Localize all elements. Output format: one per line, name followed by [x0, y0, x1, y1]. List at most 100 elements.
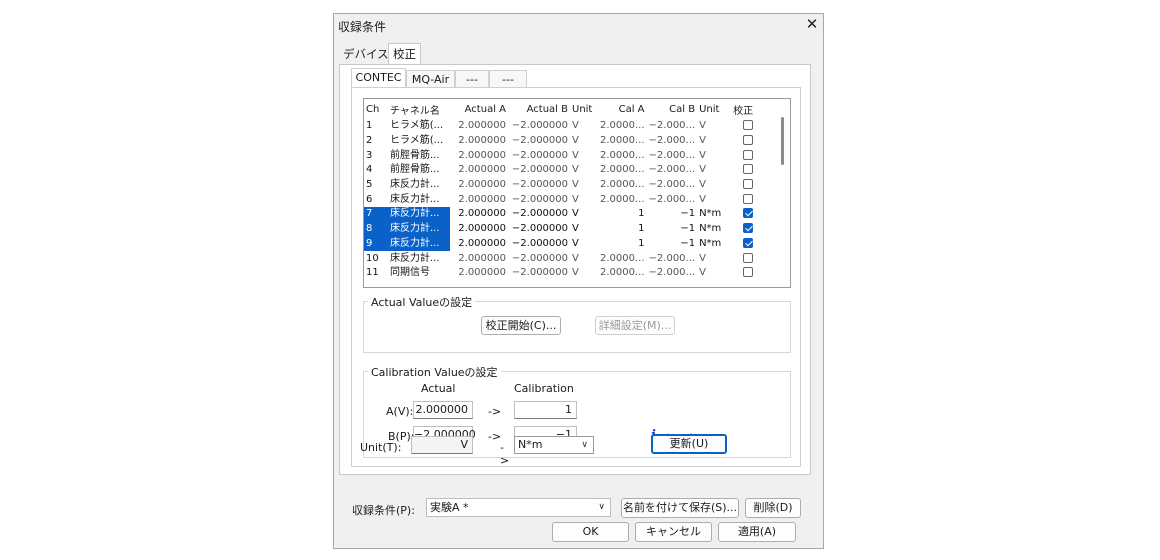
calibrate-checkbox[interactable] — [743, 193, 754, 204]
cell-calibrate — [731, 163, 765, 178]
table-row[interactable]: 10 床反力計... 2.000000 −2.000000 V 2.0000... −2.0… — [364, 251, 765, 266]
a-actual-field[interactable]: 2.000000 — [413, 401, 473, 419]
cell-cal-unit: V — [699, 135, 706, 147]
subtab-empty-1[interactable]: --- — [455, 70, 489, 88]
col-header-unit[interactable]: Unit — [570, 99, 598, 119]
cell-actual-b: −2.000000 — [511, 208, 568, 220]
cell-cal-a: 2.0000... — [600, 252, 645, 264]
cell-channel-name: 床反力計... — [388, 236, 450, 252]
cell-ch: 8 — [364, 221, 388, 237]
cell-cal-a: 1 — [638, 208, 645, 220]
table-row[interactable]: 9 床反力計... 2.000000 −2.000000 V 1 −1 N*m — [364, 236, 765, 252]
calibrate-checkbox[interactable] — [743, 135, 754, 146]
cell-cal-b: −2.000... — [648, 267, 696, 279]
cell-calibrate — [731, 207, 765, 222]
cell-unit: V — [572, 149, 579, 161]
calibrate-checkbox[interactable] — [743, 120, 754, 131]
cell-cal-unit: V — [699, 252, 706, 264]
cell-channel-name: 同期信号 — [390, 267, 430, 279]
col-header-calibrate[interactable]: 校正 — [731, 99, 765, 119]
table-header-row: Ch チャネル名 Actual A Actual B Unit Cal A Ca… — [364, 99, 765, 119]
cell-calibrate — [731, 222, 765, 237]
channel-table: Ch チャネル名 Actual A Actual B Unit Cal A Ca… — [364, 99, 765, 281]
calibrate-checkbox[interactable] — [743, 252, 754, 263]
a-calibration-field[interactable]: 1 — [514, 401, 577, 419]
col-header-actual-a[interactable]: Actual A — [450, 99, 508, 119]
calibrate-checkbox[interactable] — [743, 267, 754, 278]
cell-unit: V — [572, 267, 579, 279]
col-header-cal-b[interactable]: Cal B — [647, 99, 698, 119]
unit-calibration-select[interactable]: N*m ∨ — [514, 436, 594, 454]
table-row[interactable]: 6 床反力計... 2.000000 −2.000000 V 2.0000... −2.00… — [364, 192, 765, 207]
table-row[interactable]: 4 前脛骨筋... 2.000000 −2.000000 V 2.0000... −2.00… — [364, 163, 765, 178]
col-header-actual-b[interactable]: Actual B — [508, 99, 570, 119]
cell-channel-name: 前脛骨筋... — [390, 164, 440, 176]
cell-unit: V — [572, 179, 579, 191]
calibrate-checkbox[interactable] — [743, 223, 754, 234]
subtab-mq-air[interactable]: MQ-Air — [406, 70, 455, 88]
col-header-ch[interactable]: Ch — [364, 99, 388, 119]
table-row[interactable]: 7 床反力計... 2.000000 −2.000000 V 1 −1 N*m — [364, 207, 765, 222]
detail-settings-button[interactable]: 詳細設定(M)... — [595, 316, 675, 335]
cell-calibrate — [731, 266, 765, 281]
calibrate-checkbox[interactable] — [743, 237, 754, 248]
table-row[interactable]: 11 同期信号 2.000000 −2.000000 V 2.0000... −2.000.… — [364, 266, 765, 281]
table-row[interactable]: 3 前脛骨筋... 2.000000 −2.000000 V 2.0000... −2.00… — [364, 148, 765, 163]
cell-cal-unit: V — [699, 164, 706, 176]
cell-cal-a: 2.0000... — [600, 149, 645, 161]
ok-button[interactable]: OK — [552, 522, 629, 542]
calibrate-checkbox[interactable] — [743, 164, 754, 175]
start-calibration-button[interactable]: 校正開始(C)... — [481, 316, 561, 335]
cell-ch: 3 — [366, 149, 373, 161]
close-icon[interactable]: ✕ — [803, 15, 821, 33]
cell-calibrate — [731, 192, 765, 207]
cell-cal-unit: V — [699, 149, 706, 161]
subtab-empty-2[interactable]: --- — [489, 70, 527, 88]
cell-cal-b: −2.000... — [648, 179, 696, 191]
calibrate-checkbox[interactable] — [743, 179, 754, 190]
table-row[interactable]: 5 床反力計... 2.000000 −2.000000 V 2.0000... −2.00… — [364, 178, 765, 193]
calibrate-checkbox[interactable] — [743, 208, 754, 219]
cell-cal-unit: V — [699, 267, 706, 279]
cell-actual-a: 2.000000 — [458, 193, 506, 205]
tab-device[interactable]: デバイス — [339, 44, 393, 64]
col-header-cal-unit[interactable]: Unit — [697, 99, 731, 119]
tab-calibration[interactable]: 校正 — [388, 43, 421, 65]
cell-actual-b: −2.000000 — [511, 237, 568, 249]
save-as-button[interactable]: 名前を付けて保存(S)... — [621, 498, 739, 518]
col-header-cal-a[interactable]: Cal A — [598, 99, 647, 119]
unit-actual-field: V — [411, 436, 473, 454]
cell-cal-unit: N*m — [699, 208, 722, 220]
unit-label: Unit(T): — [360, 441, 402, 454]
cell-actual-b: −2.000000 — [511, 120, 568, 132]
cell-calibrate — [731, 148, 765, 163]
cell-actual-a: 2.000000 — [458, 135, 506, 147]
cell-actual-b: −2.000000 — [511, 252, 568, 264]
subtab-content: Ch チャネル名 Actual A Actual B Unit Cal A Ca… — [351, 87, 801, 467]
cell-unit: V — [572, 164, 579, 176]
cancel-button[interactable]: キャンセル — [635, 522, 712, 542]
cell-calibrate — [731, 119, 765, 134]
cell-cal-unit: N*m — [699, 237, 722, 249]
grid-scrollbar-thumb[interactable] — [781, 117, 784, 165]
update-button[interactable]: 更新(U) — [651, 434, 727, 454]
table-row[interactable]: 2 ヒラメ筋(... 2.000000 −2.000000 V 2.0000... −2.0… — [364, 134, 765, 149]
cell-actual-b: −2.000000 — [511, 223, 568, 235]
cell-cal-a: 2.0000... — [600, 193, 645, 205]
window-title: 収録条件 — [338, 20, 387, 34]
apply-button[interactable]: 適用(A) — [718, 522, 796, 542]
calibrate-checkbox[interactable] — [743, 149, 754, 160]
cell-actual-a: 2.000000 — [458, 164, 506, 176]
table-row[interactable]: 8 床反力計... 2.000000 −2.000000 V 1 −1 N*m — [364, 221, 765, 237]
cell-actual-b: −2.000000 — [511, 164, 568, 176]
delete-button[interactable]: 削除(D) — [745, 498, 801, 518]
table-row[interactable]: 1 ヒラメ筋(... 2.000000 −2.000000 V 2.0000... −2.0… — [364, 119, 765, 134]
col-header-channel-name[interactable]: チャネル名 — [388, 99, 450, 119]
condition-select[interactable]: 実験A * ∨ — [426, 498, 611, 517]
cell-cal-unit: V — [699, 120, 706, 132]
cell-ch: 6 — [366, 193, 373, 205]
condition-label: 収録条件(P): — [352, 504, 415, 517]
subtab-contec[interactable]: CONTEC — [351, 68, 406, 88]
cell-ch: 2 — [366, 135, 373, 147]
cell-channel-name: 床反力計... — [388, 207, 450, 222]
